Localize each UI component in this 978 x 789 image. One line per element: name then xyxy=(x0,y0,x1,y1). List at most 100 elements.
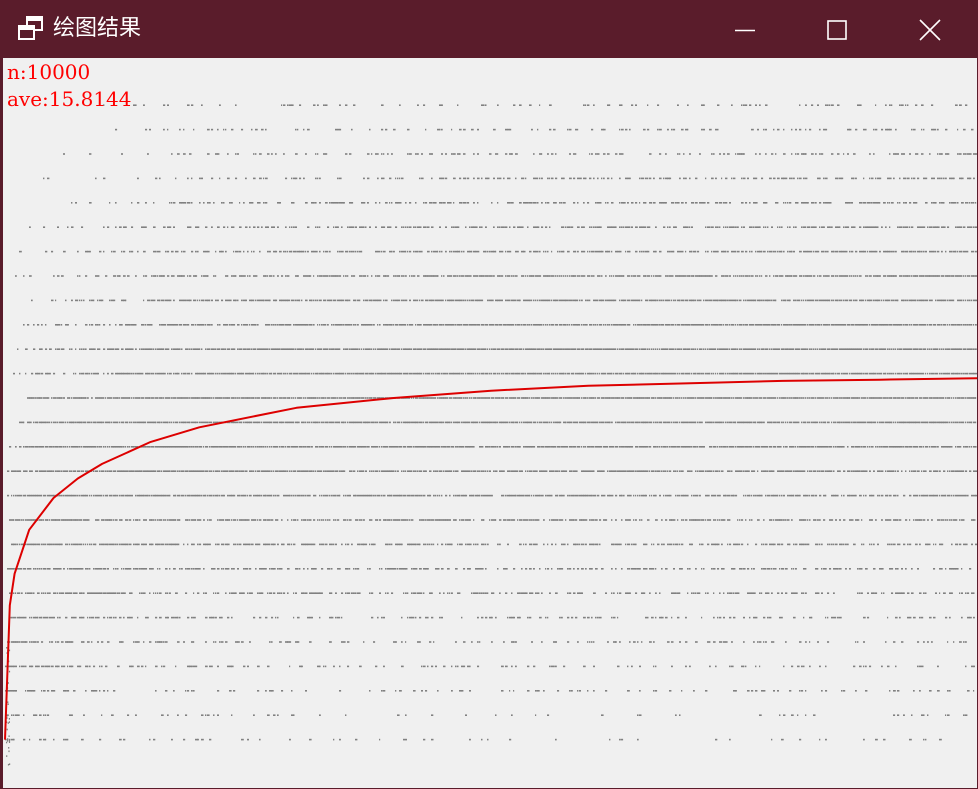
scatter-point xyxy=(565,324,567,326)
scatter-point xyxy=(327,421,329,424)
scatter-point xyxy=(551,421,553,424)
scatter-point xyxy=(145,421,147,424)
scatter-point xyxy=(121,153,123,155)
scatter-point xyxy=(519,397,521,399)
scatter-point xyxy=(109,421,111,424)
scatter-point xyxy=(167,592,169,594)
scatter-point xyxy=(599,226,602,228)
scatter-point xyxy=(265,543,268,546)
scatter-point xyxy=(141,592,143,594)
scatter-point xyxy=(481,470,483,472)
scatter-point xyxy=(641,250,643,253)
scatter-point xyxy=(143,226,146,228)
scatter-point xyxy=(635,324,637,326)
scatter-point xyxy=(125,397,128,399)
scatter-point xyxy=(327,348,329,350)
scatter-point xyxy=(147,299,150,302)
scatter-point xyxy=(541,494,544,497)
scatter-point xyxy=(327,446,329,448)
scatter-point xyxy=(29,616,31,619)
scatter-point xyxy=(623,494,625,497)
scatter-point xyxy=(527,470,529,472)
scatter-point xyxy=(351,128,353,131)
scatter-point xyxy=(287,275,290,277)
scatter-point xyxy=(403,519,406,521)
scatter-point xyxy=(237,568,239,570)
scatter-point xyxy=(639,202,641,204)
scatter-point xyxy=(595,494,597,497)
scatter-point xyxy=(481,421,484,424)
scatter-point xyxy=(291,494,293,497)
scatter-point xyxy=(275,494,277,497)
scatter-point xyxy=(29,641,31,643)
scatter-point xyxy=(551,153,554,155)
scatter-point xyxy=(85,568,87,570)
scatter-point xyxy=(241,446,243,448)
scatter-point xyxy=(313,348,315,350)
scatter-point xyxy=(333,324,335,326)
title-bar[interactable]: 绘图结果 xyxy=(1,1,978,58)
scatter-point xyxy=(21,592,23,594)
scatter-point xyxy=(487,299,489,302)
scatter-point xyxy=(555,202,557,204)
scatter-point xyxy=(501,665,504,668)
scatter-point xyxy=(613,543,615,546)
scatter-point xyxy=(493,470,495,472)
scatter-point xyxy=(299,568,301,570)
scatter-point xyxy=(231,470,234,472)
scatter-point xyxy=(255,324,257,326)
scatter-point xyxy=(379,275,381,277)
scatter-point xyxy=(577,421,579,424)
scatter-point xyxy=(115,324,117,326)
scatter-point xyxy=(559,421,562,424)
scatter-point xyxy=(337,299,340,302)
scatter-point xyxy=(581,592,583,594)
scatter-point xyxy=(241,128,244,131)
scatter-point xyxy=(373,324,375,326)
maximize-button[interactable] xyxy=(791,1,883,58)
scatter-point xyxy=(607,446,609,448)
scatter-point xyxy=(313,250,316,253)
scatter-point xyxy=(561,494,564,497)
scatter-point xyxy=(595,202,597,204)
scatter-point xyxy=(649,592,651,594)
scatter-point xyxy=(367,324,370,326)
scatter-point xyxy=(457,592,460,594)
scatter-point xyxy=(593,641,595,643)
scatter-point xyxy=(187,543,189,546)
scatter-point xyxy=(127,446,129,448)
close-button[interactable] xyxy=(883,1,977,58)
scatter-point xyxy=(391,519,393,521)
scatter-point xyxy=(531,324,533,326)
scatter-point xyxy=(21,616,24,619)
scatter-point xyxy=(309,275,312,277)
scatter-point xyxy=(447,592,449,594)
scatter-point xyxy=(551,177,554,180)
scatter-point xyxy=(437,470,439,472)
scatter-point xyxy=(645,202,647,204)
minimize-button[interactable] xyxy=(699,1,791,58)
scatter-point xyxy=(615,519,617,521)
scatter-point xyxy=(313,324,315,326)
scatter-point xyxy=(189,275,192,277)
scatter-point xyxy=(143,592,146,594)
scatter-point xyxy=(103,177,106,180)
scatter-point xyxy=(649,153,652,155)
scatter-point xyxy=(241,397,244,399)
scatter-point xyxy=(249,543,251,546)
scatter-point xyxy=(475,470,477,472)
scatter-point xyxy=(527,275,529,277)
scatter-point xyxy=(489,397,491,399)
scatter-point xyxy=(143,324,145,326)
scatter-point xyxy=(111,372,114,375)
scatter-point xyxy=(599,446,602,448)
scatter-point xyxy=(145,348,147,350)
scatter-point xyxy=(599,372,601,375)
scatter-point xyxy=(221,372,223,375)
scatter-point xyxy=(337,519,340,521)
scatter-point xyxy=(47,665,50,668)
scatter-point xyxy=(553,372,555,375)
scatter-point xyxy=(157,494,159,497)
scatter-point xyxy=(357,324,359,326)
scatter-point xyxy=(437,568,440,570)
